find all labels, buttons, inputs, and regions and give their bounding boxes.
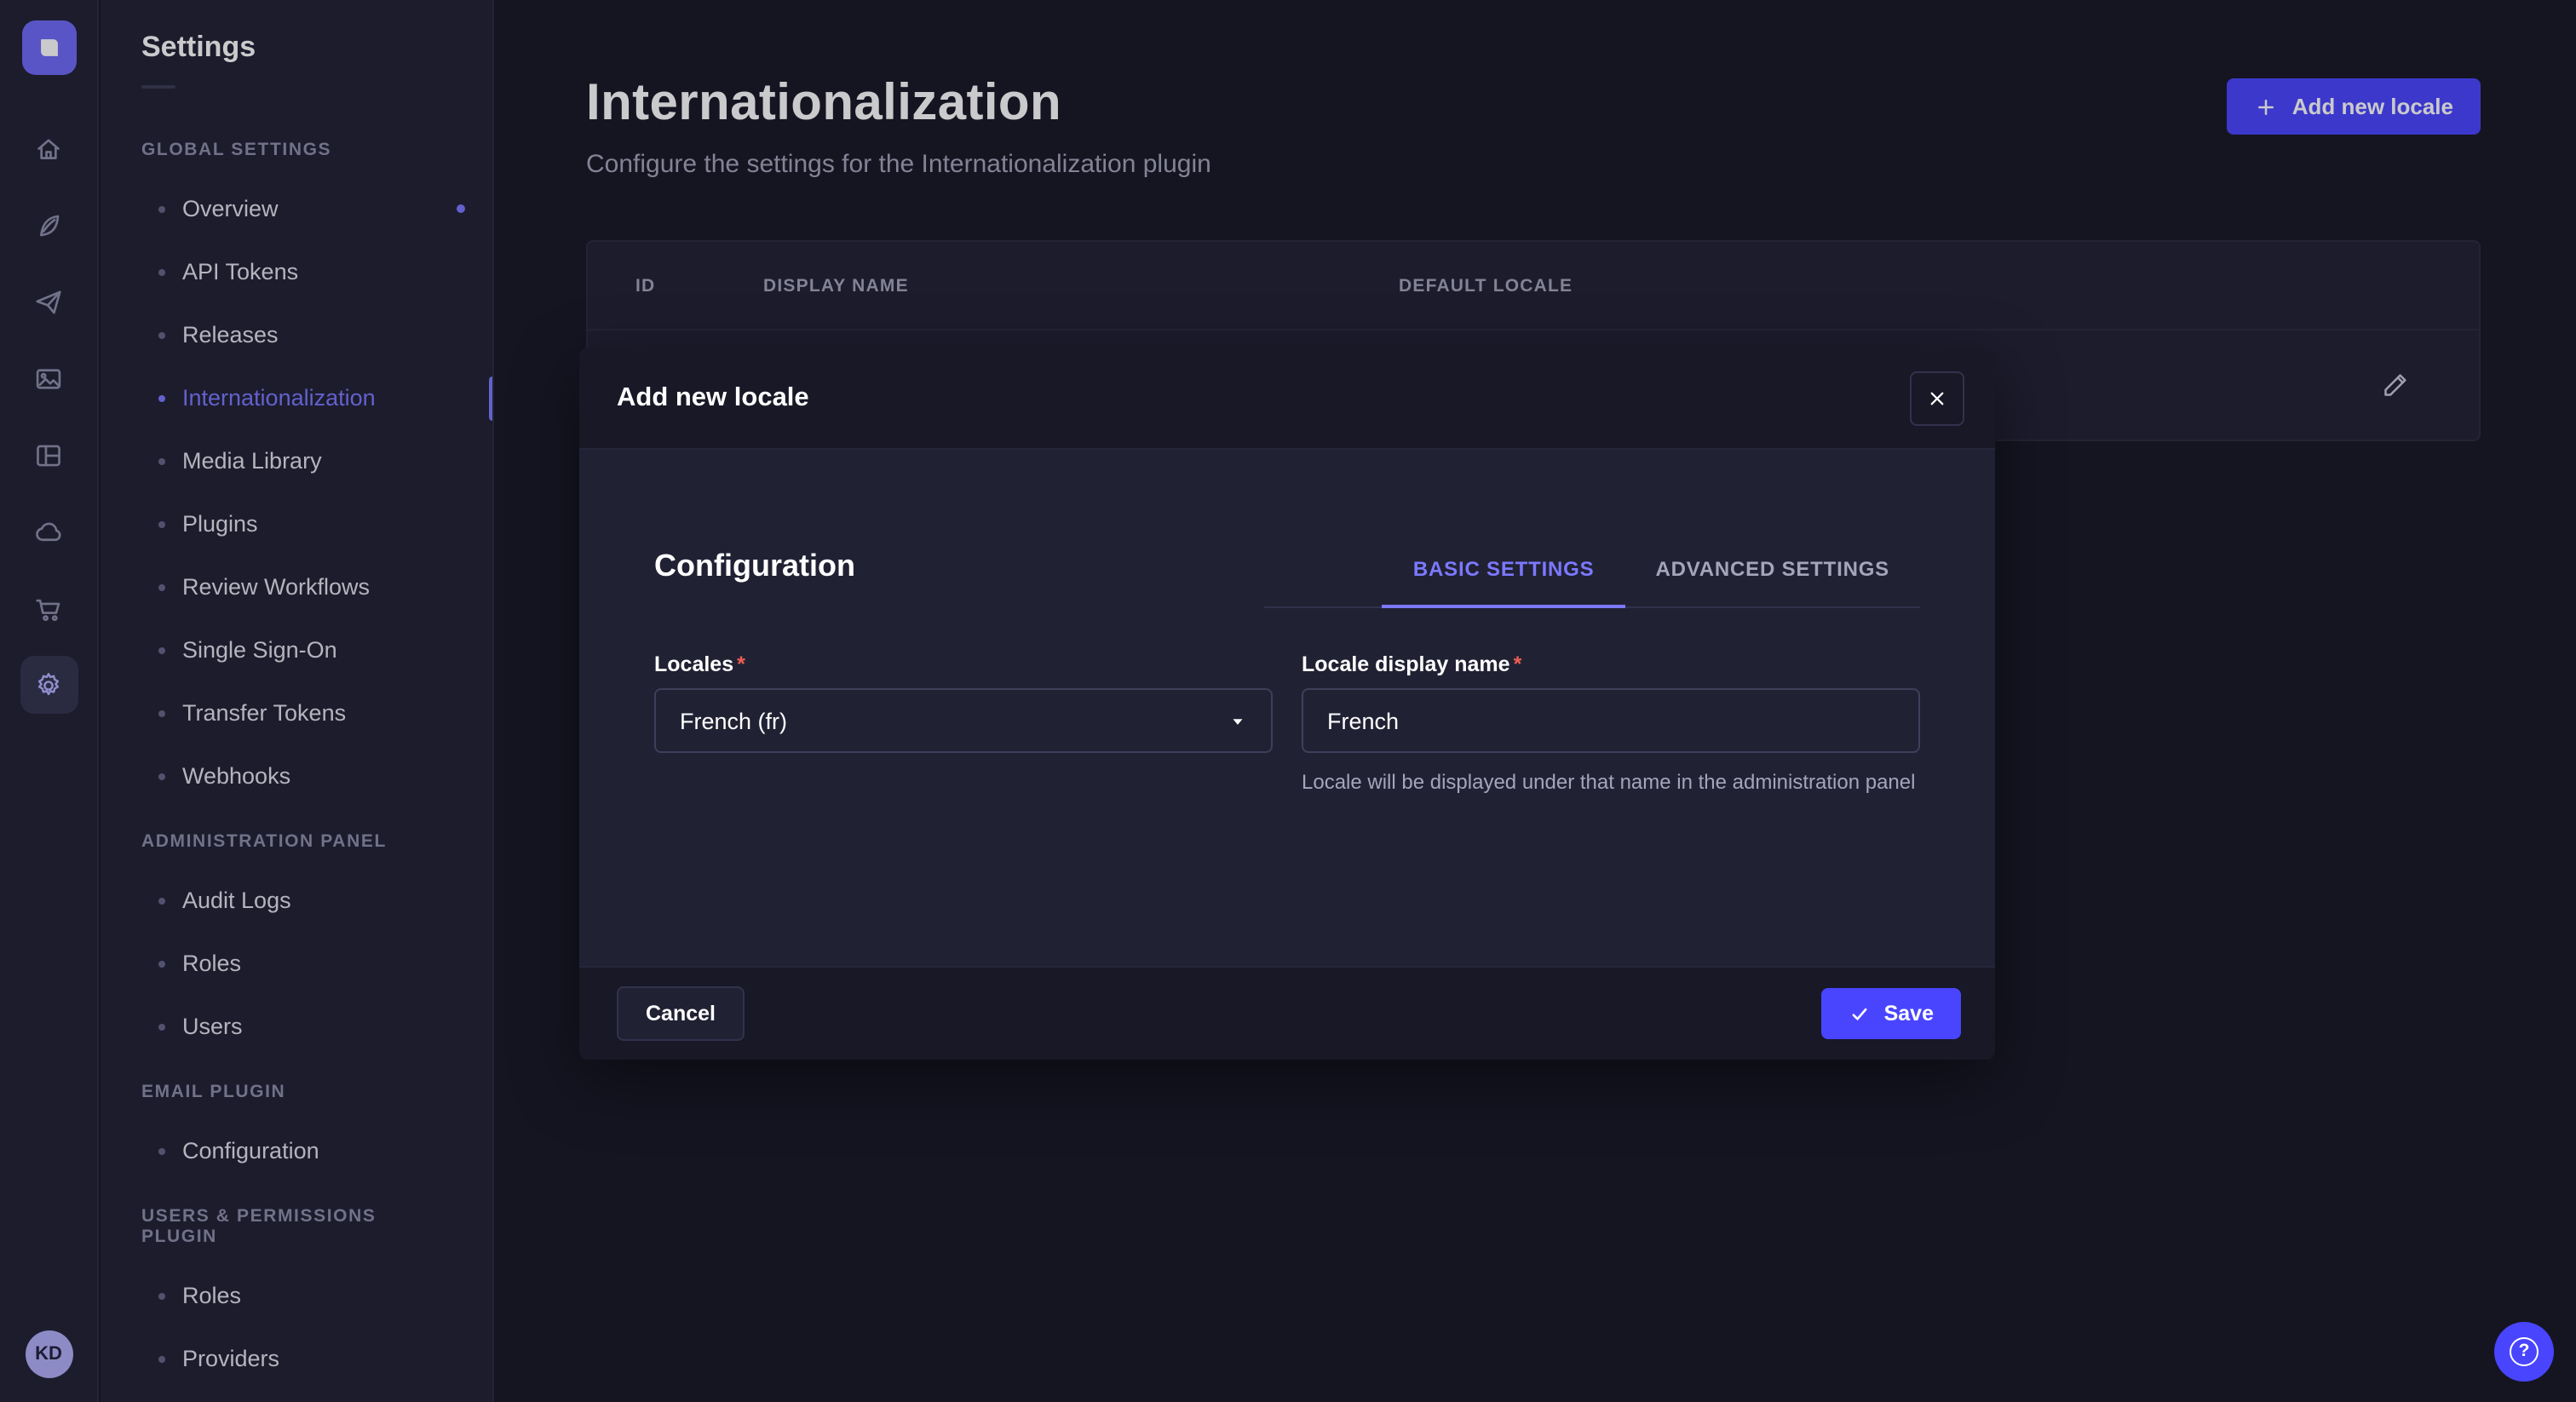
- configuration-header: Configuration BASIC SETTINGS ADVANCED SE…: [654, 537, 1920, 608]
- save-button-label: Save: [1884, 1002, 1934, 1026]
- modal-header: Add new locale: [579, 348, 1995, 450]
- modal-body: Configuration BASIC SETTINGS ADVANCED SE…: [579, 450, 1995, 966]
- close-modal-button[interactable]: [1910, 371, 1964, 425]
- configuration-title: Configuration: [654, 549, 855, 584]
- locales-select-value: French (fr): [680, 708, 787, 733]
- required-asterisk: *: [1514, 652, 1522, 676]
- display-name-hint: Locale will be displayed under that name…: [1302, 768, 1920, 797]
- cancel-button[interactable]: Cancel: [617, 986, 745, 1041]
- question-mark-icon: ?: [2510, 1337, 2539, 1366]
- modal-footer: Cancel Save: [579, 966, 1995, 1060]
- check-icon: [1849, 1003, 1871, 1025]
- settings-tabs: BASIC SETTINGS ADVANCED SETTINGS: [1264, 537, 1920, 608]
- add-locale-modal: Add new locale Configuration BASIC SETTI…: [579, 348, 1995, 1060]
- locales-select[interactable]: French (fr): [654, 688, 1273, 753]
- tab-advanced-settings[interactable]: ADVANCED SETTINGS: [1624, 537, 1920, 608]
- tab-basic-settings[interactable]: BASIC SETTINGS: [1383, 537, 1625, 608]
- display-name-label: Locale display name*: [1302, 652, 1920, 676]
- close-icon: [1925, 386, 1949, 410]
- locales-field-group: Locales* French (fr): [654, 652, 1273, 797]
- display-name-input[interactable]: [1302, 688, 1920, 753]
- display-name-field-group: Locale display name* Locale will be disp…: [1302, 652, 1920, 797]
- locales-label-text: Locales: [654, 652, 733, 676]
- app-root: KD Settings GLOBAL SETTINGS Overview API…: [0, 0, 2576, 1402]
- chevron-down-icon: [1228, 711, 1247, 730]
- locale-form: Locales* French (fr) Locale display name…: [654, 652, 1920, 797]
- modal-title: Add new locale: [617, 382, 809, 413]
- save-button[interactable]: Save: [1821, 988, 1961, 1039]
- display-name-label-text: Locale display name: [1302, 652, 1510, 676]
- required-asterisk: *: [737, 652, 745, 676]
- help-button[interactable]: ?: [2494, 1322, 2554, 1382]
- locales-label: Locales*: [654, 652, 1273, 676]
